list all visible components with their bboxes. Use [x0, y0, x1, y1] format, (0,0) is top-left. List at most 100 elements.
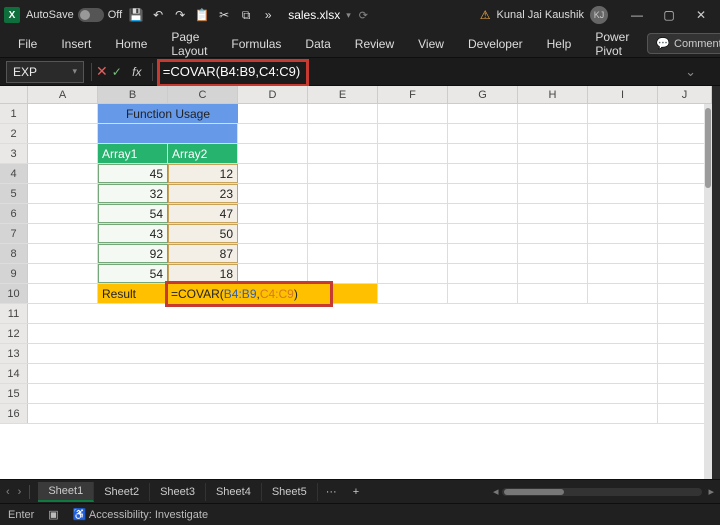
- autosave-toggle[interactable]: AutoSave Off: [26, 8, 122, 22]
- cell-c5[interactable]: 23: [168, 184, 238, 203]
- cell-b7[interactable]: 43: [98, 224, 168, 243]
- row-header-5[interactable]: 5: [0, 184, 28, 203]
- row-header-15[interactable]: 15: [0, 384, 28, 403]
- comments-button[interactable]: 💬 Comments: [647, 33, 720, 54]
- sheet-next-icon[interactable]: ›: [18, 486, 22, 498]
- col-header-d[interactable]: D: [238, 86, 308, 103]
- tab-help[interactable]: Help: [537, 33, 582, 55]
- cell-b9[interactable]: 54: [98, 264, 168, 283]
- vertical-scrollbar[interactable]: [704, 104, 712, 479]
- chevron-down-icon[interactable]: ▾: [72, 66, 77, 77]
- col-header-e[interactable]: E: [308, 86, 378, 103]
- undo-icon[interactable]: ↶: [150, 7, 166, 23]
- row-header-1[interactable]: 1: [0, 104, 28, 123]
- clipboard-icon[interactable]: 📋: [194, 7, 210, 23]
- sheet-tab-3[interactable]: Sheet3: [150, 483, 206, 501]
- maximize-icon[interactable]: ▢: [654, 3, 684, 27]
- col-header-j[interactable]: J: [658, 86, 712, 103]
- name-box-value: EXP: [13, 65, 37, 79]
- comment-icon: 💬: [656, 37, 670, 50]
- cell-c6[interactable]: 47: [168, 204, 238, 223]
- recording-icon[interactable]: ▣: [48, 508, 58, 521]
- row-header-9[interactable]: 9: [0, 264, 28, 283]
- cancel-formula-icon[interactable]: ✕: [96, 63, 108, 80]
- tab-file[interactable]: File: [8, 33, 47, 55]
- fx-button[interactable]: fx: [126, 65, 148, 79]
- col-header-c[interactable]: C: [168, 86, 238, 103]
- cell-b5[interactable]: 32: [98, 184, 168, 203]
- col-header-h[interactable]: H: [518, 86, 588, 103]
- tab-view[interactable]: View: [408, 33, 454, 55]
- col-header-a[interactable]: A: [28, 86, 98, 103]
- copy-icon[interactable]: ⧉: [238, 7, 254, 23]
- tab-review[interactable]: Review: [345, 33, 404, 55]
- row-header-7[interactable]: 7: [0, 224, 28, 243]
- chevron-down-icon[interactable]: ▾: [346, 10, 351, 21]
- cell-c8[interactable]: 87: [168, 244, 238, 263]
- cell-c7[interactable]: 50: [168, 224, 238, 243]
- cell-c4[interactable]: 12: [168, 164, 238, 183]
- row-header-11[interactable]: 11: [0, 304, 28, 323]
- autosave-state: Off: [108, 9, 122, 21]
- row-header-16[interactable]: 16: [0, 404, 28, 423]
- sheet-tab-4[interactable]: Sheet4: [206, 483, 262, 501]
- cut-icon[interactable]: ✂: [216, 7, 232, 23]
- accessibility-status[interactable]: ♿ Accessibility: Investigate: [73, 508, 208, 521]
- sheet-tab-5[interactable]: Sheet5: [262, 483, 318, 501]
- row-header-13[interactable]: 13: [0, 344, 28, 363]
- comments-label: Comments: [674, 38, 720, 50]
- formula-bar[interactable]: =COVAR(B4:B9,C4:C9) ⌄: [157, 61, 704, 83]
- row-header-4[interactable]: 4: [0, 164, 28, 183]
- col-header-b[interactable]: B: [98, 86, 168, 103]
- row-header-10[interactable]: 10: [0, 284, 28, 303]
- save-icon[interactable]: 💾: [128, 7, 144, 23]
- user-account[interactable]: Kunal Jai Kaushik KJ: [497, 6, 608, 24]
- worksheet-grid[interactable]: A B C D E F G H I J 1 Function Usage 2 3 A…: [0, 86, 712, 479]
- tab-insert[interactable]: Insert: [51, 33, 101, 55]
- redo-icon[interactable]: ↷: [172, 7, 188, 23]
- row-header-2[interactable]: 2: [0, 124, 28, 143]
- tab-formulas[interactable]: Formulas: [221, 33, 291, 55]
- select-all-corner[interactable]: [0, 86, 28, 103]
- col-header-i[interactable]: I: [588, 86, 658, 103]
- tab-data[interactable]: Data: [295, 33, 340, 55]
- add-sheet-icon[interactable]: +: [345, 486, 367, 498]
- cell-b8[interactable]: 92: [98, 244, 168, 263]
- cell-b1c1-merged[interactable]: Function Usage: [98, 104, 238, 123]
- cell-b10[interactable]: Result: [98, 284, 168, 303]
- cell-c3[interactable]: Array2: [168, 144, 238, 163]
- row-header-6[interactable]: 6: [0, 204, 28, 223]
- tab-power-pivot[interactable]: Power Pivot: [585, 26, 639, 62]
- row-header-12[interactable]: 12: [0, 324, 28, 343]
- row-header-14[interactable]: 14: [0, 364, 28, 383]
- warning-icon: ⚠: [480, 8, 491, 22]
- sheet-tab-2[interactable]: Sheet2: [94, 483, 150, 501]
- col-header-g[interactable]: G: [448, 86, 518, 103]
- row-header-8[interactable]: 8: [0, 244, 28, 263]
- cell-c10-editing[interactable]: =COVAR(B4:B9,C4:C9): [165, 281, 333, 307]
- minimize-icon[interactable]: —: [622, 3, 652, 27]
- name-box[interactable]: EXP ▾: [6, 61, 84, 83]
- tab-home[interactable]: Home: [105, 33, 157, 55]
- row-header-3[interactable]: 3: [0, 144, 28, 163]
- sheet-tab-1[interactable]: Sheet1: [38, 482, 94, 502]
- formula-text: =COVAR(B4:B9,C4:C9): [163, 64, 300, 79]
- collapse-formula-icon[interactable]: ⌄: [685, 64, 696, 80]
- user-name: Kunal Jai Kaushik: [497, 9, 584, 21]
- cell-b4[interactable]: 45: [98, 164, 168, 183]
- col-header-f[interactable]: F: [378, 86, 448, 103]
- toggle-track: [78, 8, 104, 22]
- more-sheets-icon[interactable]: ···: [318, 486, 345, 498]
- sheet-prev-icon[interactable]: ‹: [6, 486, 10, 498]
- status-mode: Enter: [8, 509, 34, 521]
- enter-formula-icon[interactable]: ✓: [112, 65, 122, 79]
- tab-developer[interactable]: Developer: [458, 33, 533, 55]
- cell-b3[interactable]: Array1: [98, 144, 168, 163]
- autosave-label: AutoSave: [26, 9, 74, 21]
- tab-page-layout[interactable]: Page Layout: [161, 26, 217, 62]
- file-name[interactable]: sales.xlsx: [288, 8, 340, 22]
- horizontal-scrollbar[interactable]: [502, 488, 702, 496]
- cell-b6[interactable]: 54: [98, 204, 168, 223]
- close-icon[interactable]: ✕: [686, 3, 716, 27]
- more-qat-icon[interactable]: »: [260, 7, 276, 23]
